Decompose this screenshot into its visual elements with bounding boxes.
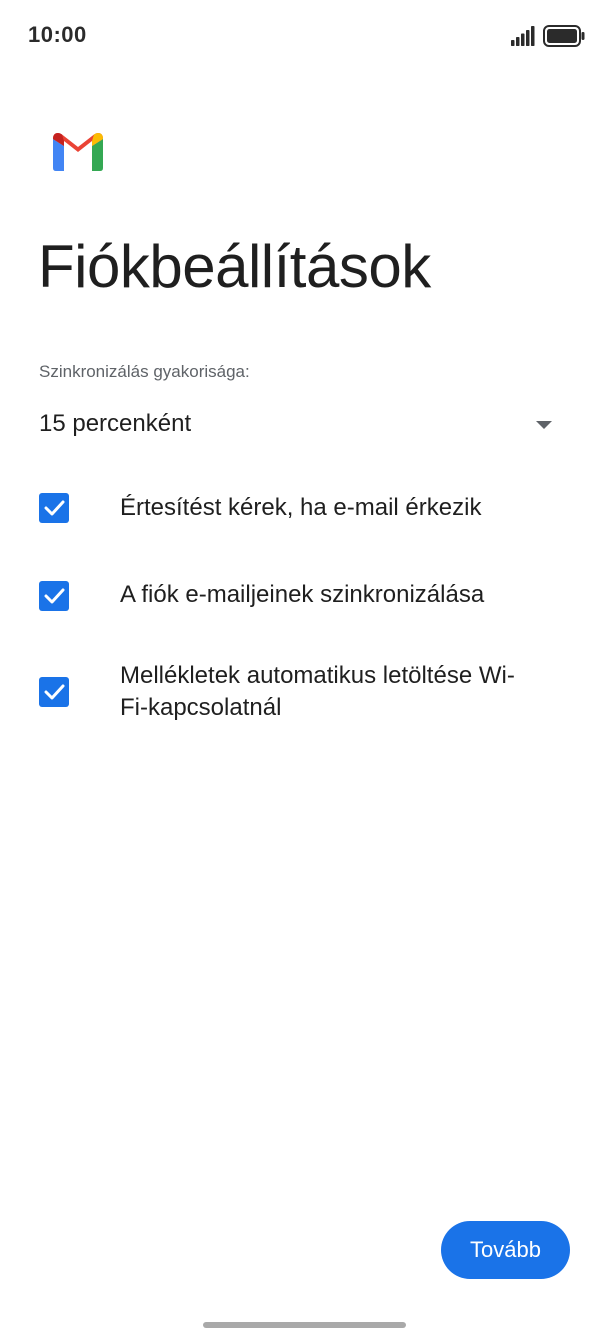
home-indicator[interactable]	[203, 1322, 406, 1328]
status-time: 10:00	[28, 22, 87, 47]
option-label: Értesítést kérek, ha e-mail érkezik	[120, 494, 482, 521]
dropdown-arrow-icon	[536, 421, 552, 429]
sync-frequency-label: Szinkronizálás gyakorisága:	[39, 362, 250, 381]
status-bar: 10:00	[0, 0, 609, 72]
sync-frequency-value: 15 percenként	[39, 410, 192, 437]
checkbox-sync-account-emails[interactable]	[39, 581, 69, 611]
next-button[interactable]: Tovább	[441, 1221, 570, 1279]
checkmark-icon	[44, 500, 65, 516]
option-label: Mellékletek automatikus letöltése Wi-Fi-…	[120, 662, 515, 721]
page-title: Fiókbeállítások	[38, 233, 431, 300]
battery-icon	[543, 25, 585, 47]
option-notify-new-email[interactable]: Értesítést kérek, ha e-mail érkezik	[0, 488, 609, 528]
checkbox-auto-download-attachments[interactable]	[39, 677, 69, 707]
option-label: A fiók e-mailjeinek szinkronizálása	[120, 581, 485, 608]
gmail-logo	[53, 133, 103, 171]
checkmark-icon	[44, 588, 65, 604]
checkbox-notify-new-email[interactable]	[39, 493, 69, 523]
option-sync-account-emails[interactable]: A fiók e-mailjeinek szinkronizálása	[0, 575, 609, 615]
sync-frequency-dropdown[interactable]: 15 percenként	[0, 400, 609, 450]
checkmark-icon	[44, 684, 65, 700]
signal-icon	[511, 26, 535, 46]
option-auto-download-attachments[interactable]: Mellékletek automatikus letöltése Wi-Fi-…	[0, 656, 609, 728]
